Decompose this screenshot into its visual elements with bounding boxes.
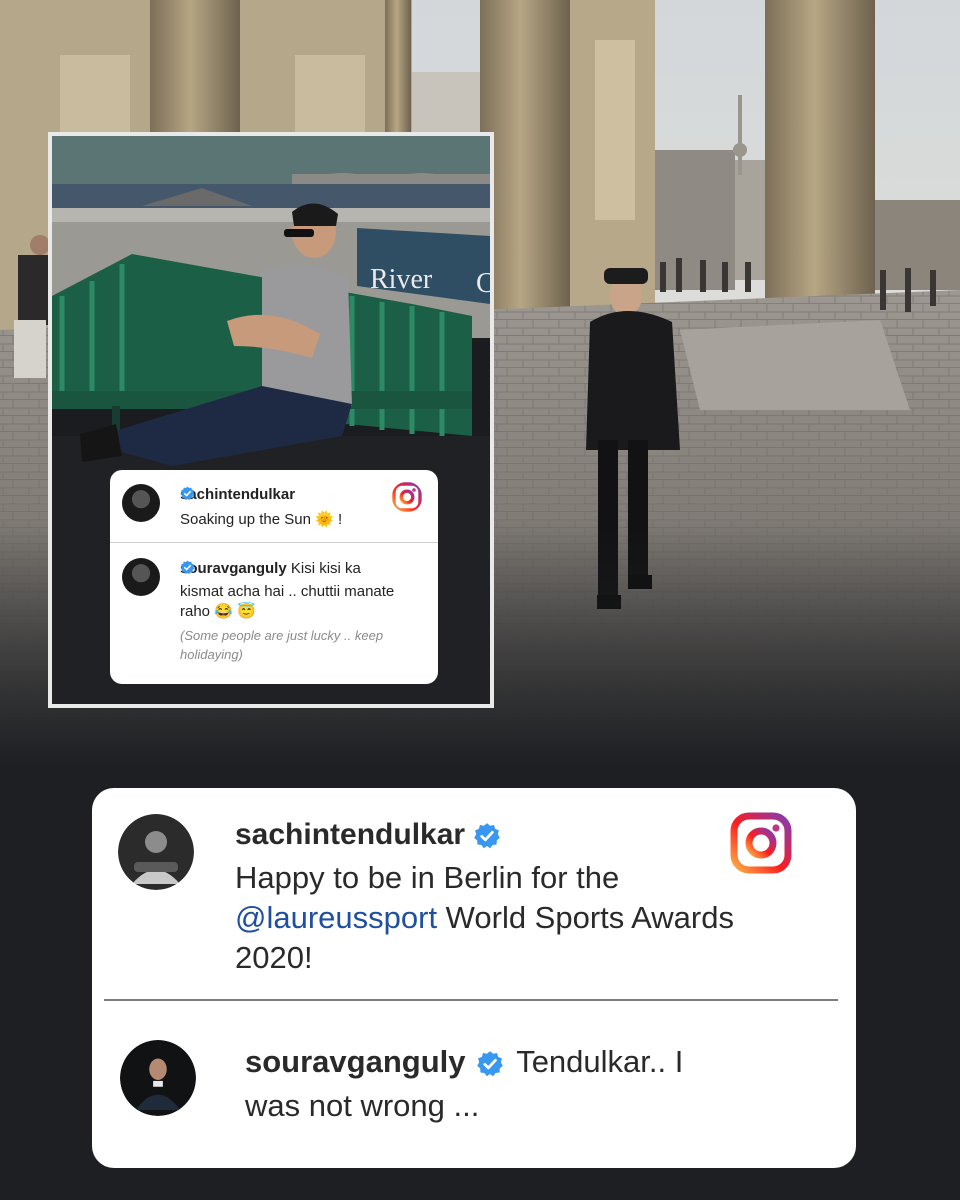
post-username[interactable]: sachintendulkar bbox=[235, 818, 501, 852]
main-comment-card: sachintendulkar Happy to be in Berlin fo… bbox=[92, 788, 856, 1168]
card-divider bbox=[104, 999, 838, 1001]
post-caption-line-2: @laureussport World Sports Awards bbox=[235, 898, 734, 938]
verified-badge-icon bbox=[477, 1050, 503, 1077]
inset-photo: River C sachint bbox=[48, 132, 494, 708]
sourav-avatar-small[interactable] bbox=[122, 558, 160, 596]
mention-link[interactable]: @laureussport bbox=[235, 900, 437, 935]
river-sign-text: River bbox=[370, 264, 433, 295]
inset-post-caption: Soaking up the Sun 🌞 ! bbox=[180, 511, 343, 528]
inset-divider bbox=[110, 542, 438, 543]
post-caption-line-2-rest: World Sports Awards bbox=[437, 900, 734, 935]
verified-badge-icon bbox=[180, 560, 195, 575]
reply-line-2: was not wrong ... bbox=[245, 1088, 480, 1123]
instagram-icon bbox=[730, 812, 792, 874]
inset-reply-text-2: kismat acha hai .. chuttii manate bbox=[180, 583, 395, 600]
verified-badge-icon bbox=[180, 486, 195, 501]
reply-line-1: souravganguly Tendulkar.. I bbox=[245, 1042, 683, 1082]
river-sign-cut: C bbox=[476, 268, 490, 299]
reply-username[interactable]: souravganguly bbox=[245, 1044, 466, 1079]
instagram-icon bbox=[392, 482, 422, 512]
inset-reply-username[interactable]: souravganguly Kisi kisi ka bbox=[180, 560, 361, 577]
inset-reply-text-1: Kisi kisi ka bbox=[290, 560, 361, 577]
inset-comment-card: sachintendulkar Soaking up the Sun 🌞 ! s… bbox=[110, 470, 438, 684]
sachin-avatar-small[interactable] bbox=[122, 484, 160, 522]
inset-translation-1: (Some people are just lucky .. keep bbox=[180, 628, 384, 643]
sachin-avatar[interactable] bbox=[118, 814, 194, 890]
reply-text-inline: Tendulkar.. I bbox=[516, 1044, 684, 1079]
post-caption-line-3: 2020! bbox=[235, 940, 313, 975]
verified-badge-icon bbox=[474, 823, 501, 849]
inset-post-username[interactable]: sachintendulkar bbox=[180, 486, 295, 503]
inset-reply-text-3: raho 😂 😇 bbox=[180, 603, 256, 620]
post-caption-line-1: Happy to be in Berlin for the bbox=[235, 860, 620, 895]
sourav-avatar[interactable] bbox=[120, 1040, 196, 1116]
inset-translation-2: holidaying) bbox=[180, 647, 243, 662]
